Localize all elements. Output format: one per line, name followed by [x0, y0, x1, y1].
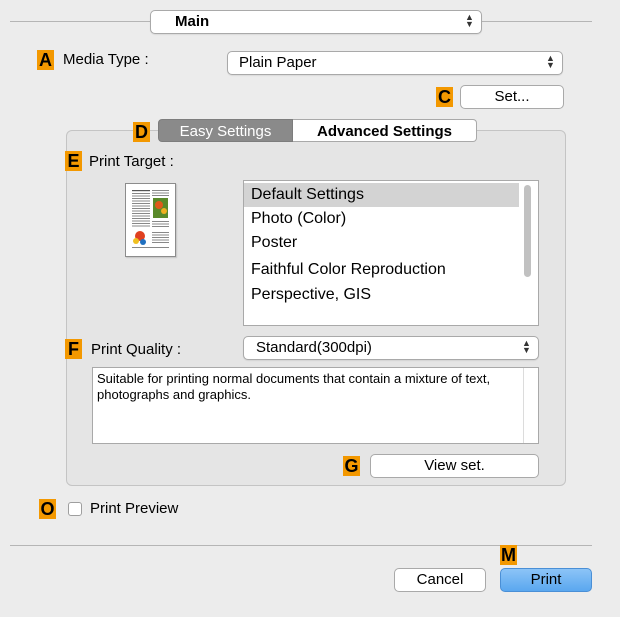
updown-arrows-icon: ▲ ▼	[546, 53, 555, 70]
top-separator-left	[10, 21, 150, 22]
print-preview-checkbox[interactable]	[68, 502, 82, 516]
print-quality-select[interactable]: Standard(300dpi) ▲ ▼	[243, 336, 539, 360]
callout-o: O	[39, 499, 56, 519]
panel-select-value: Main	[175, 13, 210, 30]
callout-f: F	[65, 339, 82, 359]
list-item-default-settings[interactable]: Default Settings	[244, 183, 519, 207]
print-quality-description-box: Suitable for printing normal documents t…	[92, 367, 539, 444]
description-scroll-track	[523, 368, 524, 443]
callout-d: D	[133, 122, 150, 142]
updown-arrows-icon: ▲ ▼	[465, 12, 474, 29]
list-item-perspective-gis[interactable]: Perspective, GIS	[244, 283, 519, 307]
callout-a: A	[37, 50, 54, 70]
print-quality-value: Standard(300dpi)	[256, 339, 372, 356]
callout-g: G	[343, 456, 360, 476]
media-type-select[interactable]: Plain Paper ▲ ▼	[227, 51, 563, 75]
updown-arrows-icon: ▲ ▼	[522, 338, 531, 355]
panel-select[interactable]: Main ▲ ▼	[150, 10, 482, 34]
print-preview-label: Print Preview	[90, 500, 179, 517]
list-item-poster[interactable]: Poster	[244, 231, 519, 255]
print-target-list[interactable]: Default Settings Photo (Color) Poster Fa…	[243, 180, 539, 326]
print-target-label: Print Target :	[89, 153, 174, 170]
print-quality-description: Suitable for printing normal documents t…	[97, 371, 491, 402]
set-button[interactable]: Set...	[460, 85, 564, 109]
media-type-label: Media Type :	[63, 51, 149, 68]
list-item-photo-color[interactable]: Photo (Color)	[244, 207, 519, 231]
tab-advanced-settings[interactable]: Advanced Settings	[293, 119, 477, 142]
list-item-faithful-color[interactable]: Faithful Color Reproduction	[244, 258, 519, 282]
media-type-value: Plain Paper	[239, 54, 317, 71]
top-separator-right	[482, 21, 592, 22]
view-settings-button[interactable]: View set.	[370, 454, 539, 478]
document-preview-icon	[132, 190, 169, 248]
print-button[interactable]: Print	[500, 568, 592, 592]
callout-e: E	[65, 151, 82, 171]
cancel-button[interactable]: Cancel	[394, 568, 486, 592]
callout-m: M	[500, 545, 517, 565]
print-target-thumbnail	[125, 183, 176, 257]
tab-easy-settings[interactable]: Easy Settings	[158, 119, 293, 142]
callout-c: C	[436, 87, 453, 107]
print-quality-label: Print Quality :	[91, 341, 182, 358]
list-scrollbar-thumb[interactable]	[524, 185, 531, 277]
